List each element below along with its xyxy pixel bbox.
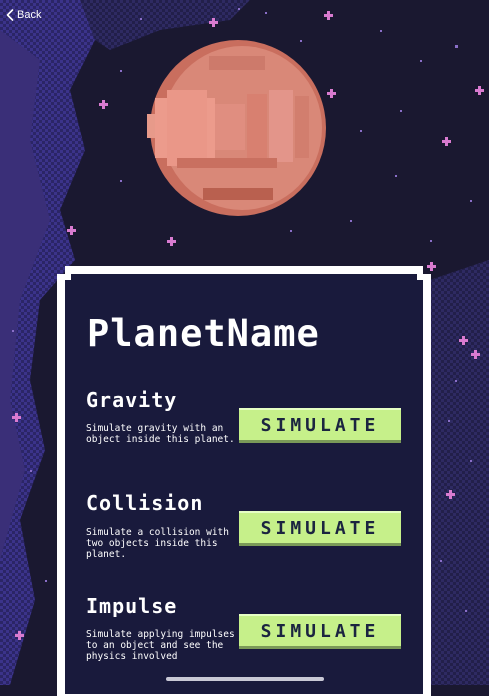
section-title-gravity: Gravity — [86, 388, 178, 412]
planet-illustration — [147, 40, 326, 216]
planet-title: PlanetName — [87, 312, 320, 355]
section-desc-collision: Simulate a collision with two objects in… — [86, 527, 229, 560]
nebula-right — [430, 260, 489, 685]
simulate-collision-button[interactable]: SIMULATE — [239, 511, 401, 543]
simulate-gravity-button[interactable]: SIMULATE — [239, 408, 401, 440]
chevron-left-icon — [6, 9, 14, 21]
back-button[interactable]: Back — [6, 6, 41, 24]
simulate-impulse-button[interactable]: SIMULATE — [239, 614, 401, 646]
section-title-impulse: Impulse — [86, 594, 178, 618]
section-desc-impulse: Simulate applying impulses to an object … — [86, 629, 235, 662]
section-title-collision: Collision — [86, 491, 204, 515]
home-indicator[interactable] — [166, 677, 324, 681]
back-label: Back — [17, 9, 42, 21]
section-desc-gravity: Simulate gravity with an object inside t… — [86, 423, 235, 445]
